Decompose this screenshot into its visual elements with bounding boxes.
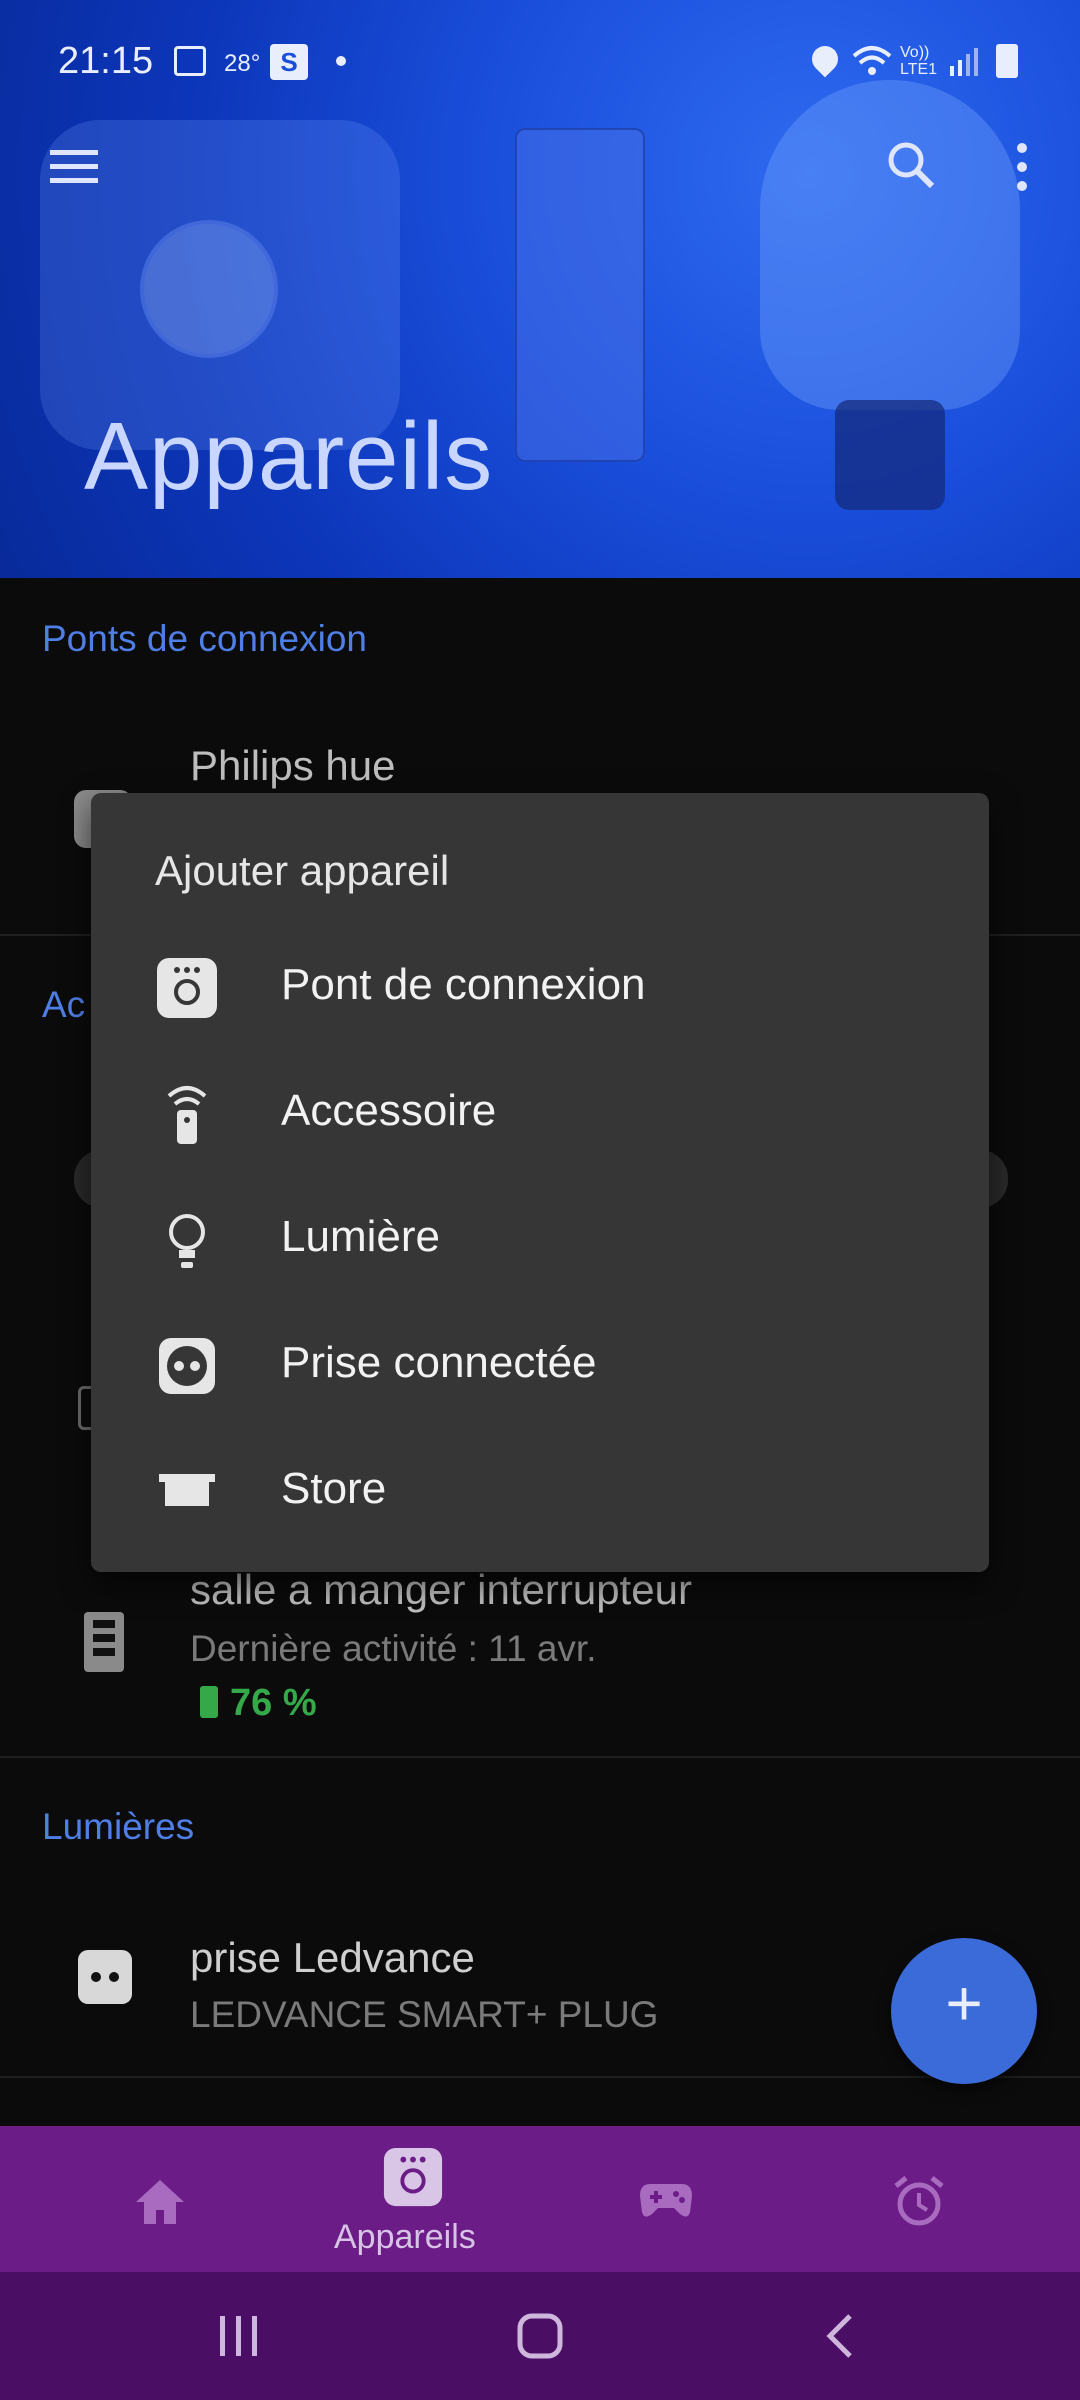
plus-icon: + (945, 1967, 983, 2039)
dialog-title: Ajouter appareil (155, 847, 450, 894)
switch-name[interactable]: salle a manger interrupteur (190, 1566, 692, 1614)
plug-model: LEDVANCE SMART+ PLUG (190, 1994, 659, 2035)
more-vertical-icon[interactable] (1016, 142, 1028, 192)
wifi-icon (850, 44, 894, 78)
home-icon[interactable] (134, 2178, 186, 2226)
switch-battery: 76 % (230, 1682, 317, 1724)
home-button-icon[interactable] (516, 2312, 564, 2360)
dialog-item-accessory[interactable]: Accessoire (91, 1052, 989, 1172)
plug-list-icon (78, 1950, 132, 2004)
dialog-item-accessory-label: Accessoire (281, 1086, 497, 1135)
system-navigation-bar (0, 2272, 1080, 2400)
carrier-badge-text: S (280, 47, 298, 77)
bulb-base-image (835, 400, 945, 510)
bridge-icon (155, 956, 219, 1020)
status-time: 21:15 (58, 40, 154, 82)
dialog-item-blind[interactable]: Store (91, 1430, 989, 1550)
dialog-item-bridge[interactable]: Pont de connexion (91, 926, 989, 1046)
divider (0, 2076, 1080, 2078)
dialog-item-light[interactable]: Lumière (91, 1178, 989, 1298)
section-title-bridges: Ponts de connexion (42, 618, 368, 659)
back-icon[interactable] (822, 2312, 858, 2360)
dialog-item-plug-label: Prise connectée (281, 1338, 597, 1387)
dialog-item-plug[interactable]: Prise connectée (91, 1304, 989, 1424)
plug-icon (155, 1334, 219, 1398)
switch-icon (84, 1612, 124, 1672)
dialog-item-light-label: Lumière (281, 1212, 440, 1261)
dialog-item-bridge-label: Pont de connexion (281, 960, 646, 1009)
carrier-icon: S (270, 44, 308, 80)
alarm-icon[interactable] (892, 2174, 946, 2228)
page-title: Appareils (84, 403, 494, 510)
bottom-navigation: Appareils (0, 2126, 1080, 2272)
gamepad-icon[interactable] (638, 2180, 694, 2220)
battery-icon (200, 1686, 218, 1718)
header-hero: 21:15 28° S Vo)) LTE1 Appareils (0, 0, 1080, 578)
search-icon[interactable] (884, 138, 938, 192)
bulb-icon (155, 1208, 219, 1272)
blind-icon (155, 1460, 219, 1524)
dot-icon (336, 56, 346, 66)
location-icon (806, 40, 844, 78)
tab-devices-label[interactable]: Appareils (334, 2218, 476, 2257)
status-temperature: 28° (224, 50, 261, 77)
add-device-dialog: Ajouter appareil Pont de connexion Acces… (91, 793, 989, 1572)
devices-tab-icon[interactable] (382, 2146, 444, 2208)
plug-name[interactable]: prise Ledvance (190, 1934, 475, 1982)
volte-icon: Vo)) LTE1 (900, 44, 938, 78)
battery-status-icon (996, 44, 1018, 78)
recents-icon[interactable] (214, 2314, 264, 2358)
divider (0, 1756, 1080, 1758)
hamburger-icon[interactable] (50, 148, 98, 184)
add-device-fab[interactable]: + (891, 1938, 1037, 2084)
bulb-image (760, 80, 1020, 410)
section-title-lights: Lumières (42, 1806, 195, 1847)
bridge-button-image (140, 220, 278, 358)
dialog-item-blind-label: Store (281, 1464, 387, 1513)
signal-icon (948, 46, 978, 76)
gallery-icon (174, 46, 206, 76)
bridge-item-name[interactable]: Philips hue (190, 742, 395, 790)
dimmer-image (515, 128, 645, 462)
switch-activity: Dernière activité : 11 avr. (190, 1628, 597, 1669)
section-title-accessories: Ac (42, 984, 86, 1025)
remote-icon (155, 1082, 219, 1146)
